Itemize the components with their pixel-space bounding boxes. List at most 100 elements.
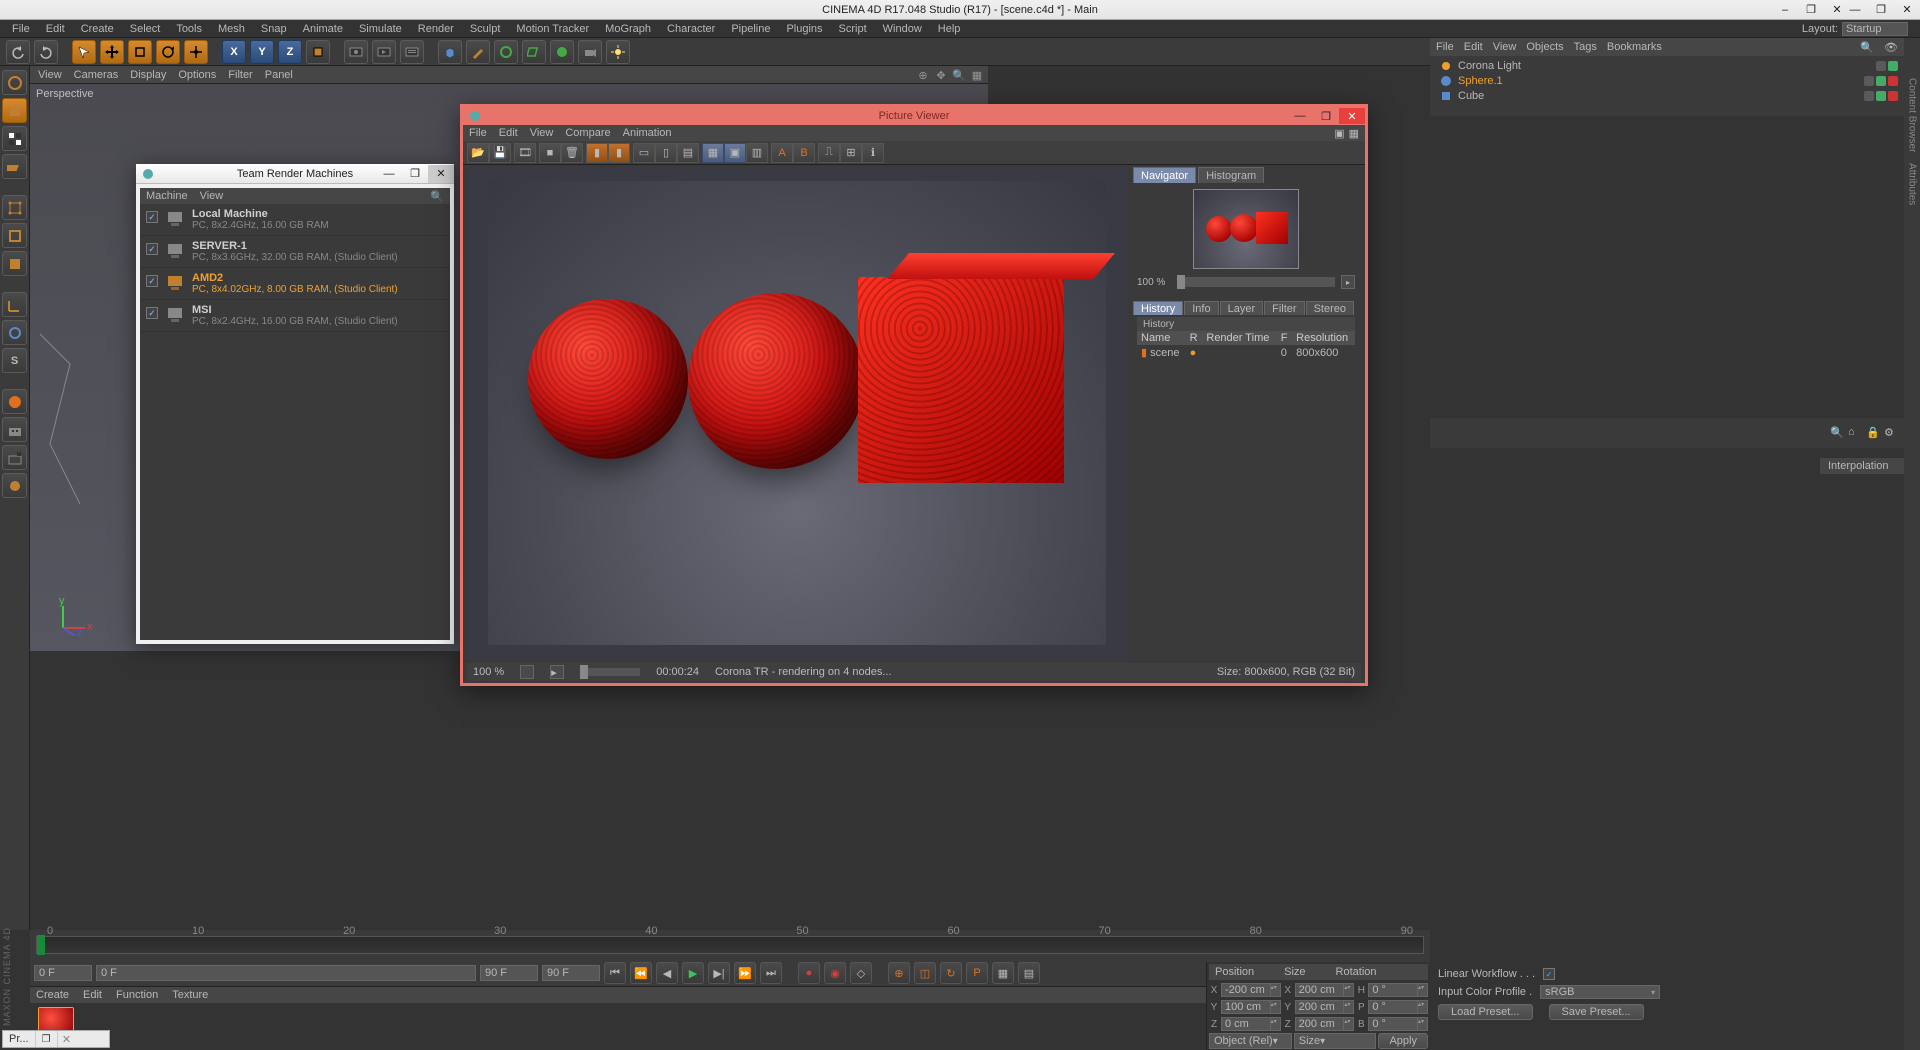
pv-render-view[interactable] [467, 167, 1127, 659]
zoom-reset-icon[interactable]: ▸ [550, 665, 564, 679]
menu-animate[interactable]: Animate [295, 21, 351, 37]
search-icon[interactable]: 🔍 [1830, 426, 1844, 440]
play-button[interactable]: ▶ [682, 962, 704, 984]
filter-auto-icon[interactable]: ▥ [746, 143, 768, 163]
vp-menu-cameras[interactable]: Cameras [74, 69, 119, 81]
hist-icon[interactable]: ⎍ [818, 143, 840, 163]
zoom-fit-icon[interactable]: ▸ [1341, 275, 1355, 289]
layout-1-icon[interactable]: ▭ [633, 143, 655, 163]
primitive-cube-button[interactable] [438, 40, 462, 64]
obj-menu-edit[interactable]: Edit [1464, 41, 1483, 53]
pv-titlebar[interactable]: Picture Viewer — ❐ ✕ [463, 107, 1365, 125]
points-mode[interactable] [2, 195, 27, 220]
render-pv-button[interactable] [372, 40, 396, 64]
rot-key-button[interactable]: ↻ [940, 962, 962, 984]
menu-select[interactable]: Select [122, 21, 169, 37]
dock-icon[interactable]: ▣ [1334, 127, 1344, 140]
filter-region-icon[interactable]: ▣ [724, 143, 746, 163]
layout-3-icon[interactable]: ▤ [677, 143, 699, 163]
trm-menu-machine[interactable]: Machine [146, 190, 188, 202]
load-preset-button[interactable]: Load Preset... [1438, 1004, 1533, 1020]
filter-tab[interactable]: Filter [1264, 301, 1304, 315]
autokey-button[interactable]: ◉ [824, 962, 846, 984]
undo-button[interactable] [6, 40, 30, 64]
redo-button[interactable] [34, 40, 58, 64]
menu-character[interactable]: Character [659, 21, 723, 37]
window-close[interactable]: ✕ [1894, 1, 1920, 19]
clear-icon[interactable]: 🗑 [561, 143, 583, 163]
deformer-button[interactable] [522, 40, 546, 64]
apply-button[interactable]: Apply [1378, 1033, 1428, 1049]
lock-icon[interactable]: 🔒 [1866, 426, 1880, 440]
workplane-mode[interactable] [2, 154, 27, 179]
pla-key-button[interactable]: ▦ [992, 962, 1014, 984]
mat-menu-create[interactable]: Create [36, 989, 69, 1001]
linear-workflow-checkbox[interactable]: ✓ [1543, 968, 1555, 980]
navigator-tab[interactable]: Navigator [1133, 167, 1196, 183]
goto-start-button[interactable]: ⏮ [604, 962, 626, 984]
search-icon[interactable]: 🔍 [1860, 41, 1874, 54]
playend-field[interactable]: 90 F [480, 965, 538, 981]
inner-maximize[interactable]: ❐ [1798, 1, 1824, 19]
save-icon[interactable]: 💾 [489, 143, 511, 163]
mat-menu-edit[interactable]: Edit [83, 989, 102, 1001]
object-row[interactable]: Cube [1436, 88, 1898, 103]
menu-plugins[interactable]: Plugins [778, 21, 830, 37]
goto-end-button[interactable]: ⏭ [760, 962, 782, 984]
film-icon[interactable]: 🎞 [514, 143, 536, 163]
obj-menu-tags[interactable]: Tags [1574, 41, 1597, 53]
start-frame-field[interactable]: 0 F [34, 965, 92, 981]
light-button[interactable] [606, 40, 630, 64]
trm-maximize[interactable]: ❐ [402, 165, 428, 183]
rot-p-field[interactable]: 0 °▴▾ [1368, 1000, 1428, 1014]
pv-menu-file[interactable]: File [469, 127, 487, 139]
trm-machine-row[interactable]: ✓ AMD2PC, 8x4.02GHz, 8.00 GB RAM, (Studi… [140, 268, 450, 300]
exposure-slider[interactable] [580, 668, 640, 676]
a-compare-icon[interactable]: A [771, 143, 793, 163]
spline-pen-button[interactable] [466, 40, 490, 64]
nav-icon[interactable]: ⊞ [840, 143, 862, 163]
playhead[interactable] [37, 935, 45, 955]
coord-system-button[interactable] [306, 40, 330, 64]
window-minimize[interactable]: — [1842, 1, 1868, 19]
color-profile-dropdown[interactable]: sRGB [1540, 985, 1660, 999]
end-frame-field[interactable]: 90 F [542, 965, 600, 981]
obj-menu-bookmarks[interactable]: Bookmarks [1607, 41, 1662, 53]
pv-menu-view[interactable]: View [530, 127, 554, 139]
misc-tool[interactable] [2, 473, 27, 498]
pos-y-field[interactable]: 100 cm▴▾ [1221, 1000, 1281, 1014]
pv-menu-edit[interactable]: Edit [499, 127, 518, 139]
pos-key-button[interactable]: ⊕ [888, 962, 910, 984]
trm-enable-checkbox[interactable]: ✓ [146, 307, 158, 319]
menu-file[interactable]: File [4, 21, 38, 37]
os-taskbar-item[interactable]: Pr... ❐ ✕ [2, 1030, 110, 1048]
prev-key-button[interactable]: ⏪ [630, 962, 652, 984]
info-tab[interactable]: Info [1184, 301, 1218, 315]
menu-window[interactable]: Window [875, 21, 930, 37]
rot-b-field[interactable]: 0 °▴▾ [1368, 1017, 1428, 1031]
pv-menu-animation[interactable]: Animation [623, 127, 672, 139]
generator-button[interactable] [494, 40, 518, 64]
texture-mode[interactable] [2, 126, 27, 151]
trm-machine-row[interactable]: ✓ Local MachinePC, 8x2.4GHz, 16.00 GB RA… [140, 204, 450, 236]
vp-pan-icon[interactable]: ✥ [934, 68, 948, 82]
stop-icon[interactable]: ■ [539, 143, 561, 163]
vp-nav-icon[interactable]: ⊕ [916, 68, 930, 82]
prev-frame-button[interactable]: ◀ [656, 962, 678, 984]
pv-close[interactable]: ✕ [1339, 108, 1365, 124]
home-icon[interactable]: ⌂ [1848, 426, 1862, 440]
layout-icon[interactable]: ▦ [1349, 127, 1359, 140]
search-icon[interactable]: 🔍 [430, 190, 444, 203]
save-preset-button[interactable]: Save Preset... [1549, 1004, 1644, 1020]
timeline-button[interactable]: ▤ [1018, 962, 1040, 984]
render-view-button[interactable] [344, 40, 368, 64]
record-button[interactable]: ● [798, 962, 820, 984]
softselect-toggle[interactable] [2, 320, 27, 345]
make-editable-button[interactable] [2, 70, 27, 95]
content-browser-tab[interactable]: Content Browser Attributes [1904, 38, 1920, 1050]
menu-render[interactable]: Render [410, 21, 462, 37]
locked-workplane[interactable] [2, 417, 27, 442]
vp-zoom-icon[interactable]: 🔍 [952, 68, 966, 82]
x-axis-lock[interactable]: X [222, 40, 246, 64]
menu-motiontracker[interactable]: Motion Tracker [508, 21, 597, 37]
